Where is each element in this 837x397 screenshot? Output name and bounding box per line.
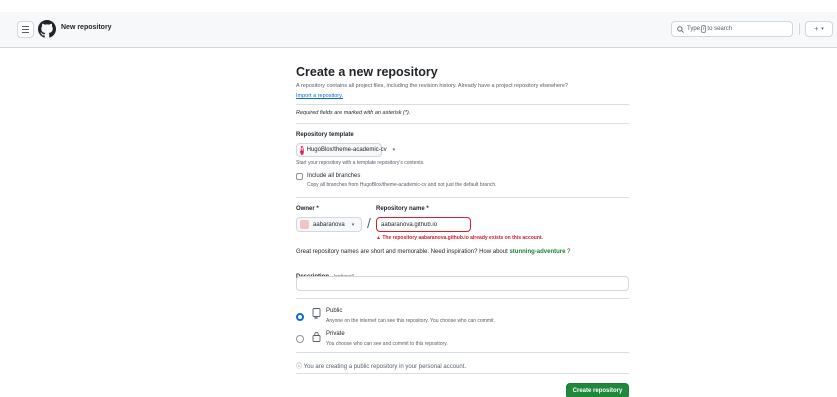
visibility-private-title: Private (326, 331, 345, 337)
search-input[interactable]: Type / to search (671, 21, 793, 37)
repo-names-hint: Great repository names are short and mem… (296, 249, 570, 255)
chevron-down-icon: ▾ (351, 221, 355, 228)
divider (296, 197, 629, 198)
owner-repo-separator: / (367, 215, 371, 231)
visibility-private-radio[interactable] (296, 335, 304, 343)
divider (296, 104, 629, 105)
search-icon (677, 25, 684, 33)
create-new-button[interactable]: + ▾ (805, 21, 833, 37)
names-hint-end: ? (567, 249, 571, 255)
repo-name-label: Repository name * (376, 206, 429, 212)
include-branches-label: Include all branches (307, 173, 361, 179)
repo-name-input[interactable] (376, 217, 471, 232)
owner-value: aabaranova (313, 221, 345, 228)
search-placeholder-prefix: Type (687, 26, 701, 32)
info-icon: ⓘ (296, 364, 304, 370)
names-hint-text: Great repository names are short and mem… (296, 249, 508, 255)
chevron-down-icon: ▾ (392, 147, 396, 153)
include-branches-checkbox[interactable] (296, 173, 303, 180)
divider (296, 123, 629, 124)
intro-text: A repository contains all project files,… (296, 83, 568, 89)
visibility-public-title: Public (326, 308, 343, 314)
visibility-info: ⓘ You are creating a public repository i… (296, 361, 466, 370)
plus-icon: + (814, 25, 819, 33)
owner-label: Owner * (296, 206, 319, 212)
repo-name-error: ▲ The repository aabaranova.github.io al… (376, 235, 543, 241)
chevron-down-icon: ▾ (821, 26, 824, 32)
description-input[interactable] (296, 276, 629, 291)
header-divider (799, 23, 800, 35)
divider (296, 373, 629, 374)
search-shortcut-key: / (701, 25, 707, 33)
visibility-private-desc: You choose who can see and commit to thi… (326, 341, 448, 347)
menu-line (22, 26, 29, 27)
visibility-public-radio[interactable] (296, 313, 304, 321)
create-repository-button[interactable]: Create repository (566, 383, 629, 397)
search-placeholder-suffix: to search (707, 26, 733, 32)
menu-line (22, 29, 29, 30)
visibility-public-desc: Anyone on the internet can see this repo… (326, 318, 495, 324)
menu-line (22, 32, 29, 33)
template-select[interactable]: H HugoBlox/theme-academic-cv ▾ (296, 143, 395, 157)
owner-select[interactable]: aabaranova ▾ (296, 217, 362, 232)
app-header: New repository Type / to search + ▾ (0, 12, 837, 48)
github-logo-icon[interactable] (38, 20, 56, 38)
lock-icon (312, 331, 321, 342)
template-owner-avatar: H (300, 145, 304, 155)
include-branches-hint: Copy all branches from HugoBlox/theme-ac… (307, 182, 497, 188)
visibility-info-text: You are creating a public repository in … (303, 364, 467, 370)
hamburger-menu-button[interactable] (17, 21, 34, 38)
repo-icon (312, 308, 321, 319)
owner-avatar (300, 220, 309, 229)
template-label: Repository template (296, 132, 354, 138)
required-fields-note: Required fields are marked with an aster… (296, 110, 411, 116)
template-hint: Start your repository with a template re… (296, 160, 425, 166)
divider (296, 298, 629, 299)
template-selected-value: HugoBlox/theme-academic-cv (306, 147, 387, 153)
import-repository-link[interactable]: Import a repository. (296, 93, 343, 99)
divider (296, 352, 629, 353)
page-title: Create a new repository (296, 65, 438, 79)
name-suggestion-link[interactable]: stunning-adventure (509, 249, 565, 255)
page-context-title: New repository (61, 24, 112, 31)
repo-name-error-text: The repository aabaranova.github.io alre… (382, 235, 543, 241)
